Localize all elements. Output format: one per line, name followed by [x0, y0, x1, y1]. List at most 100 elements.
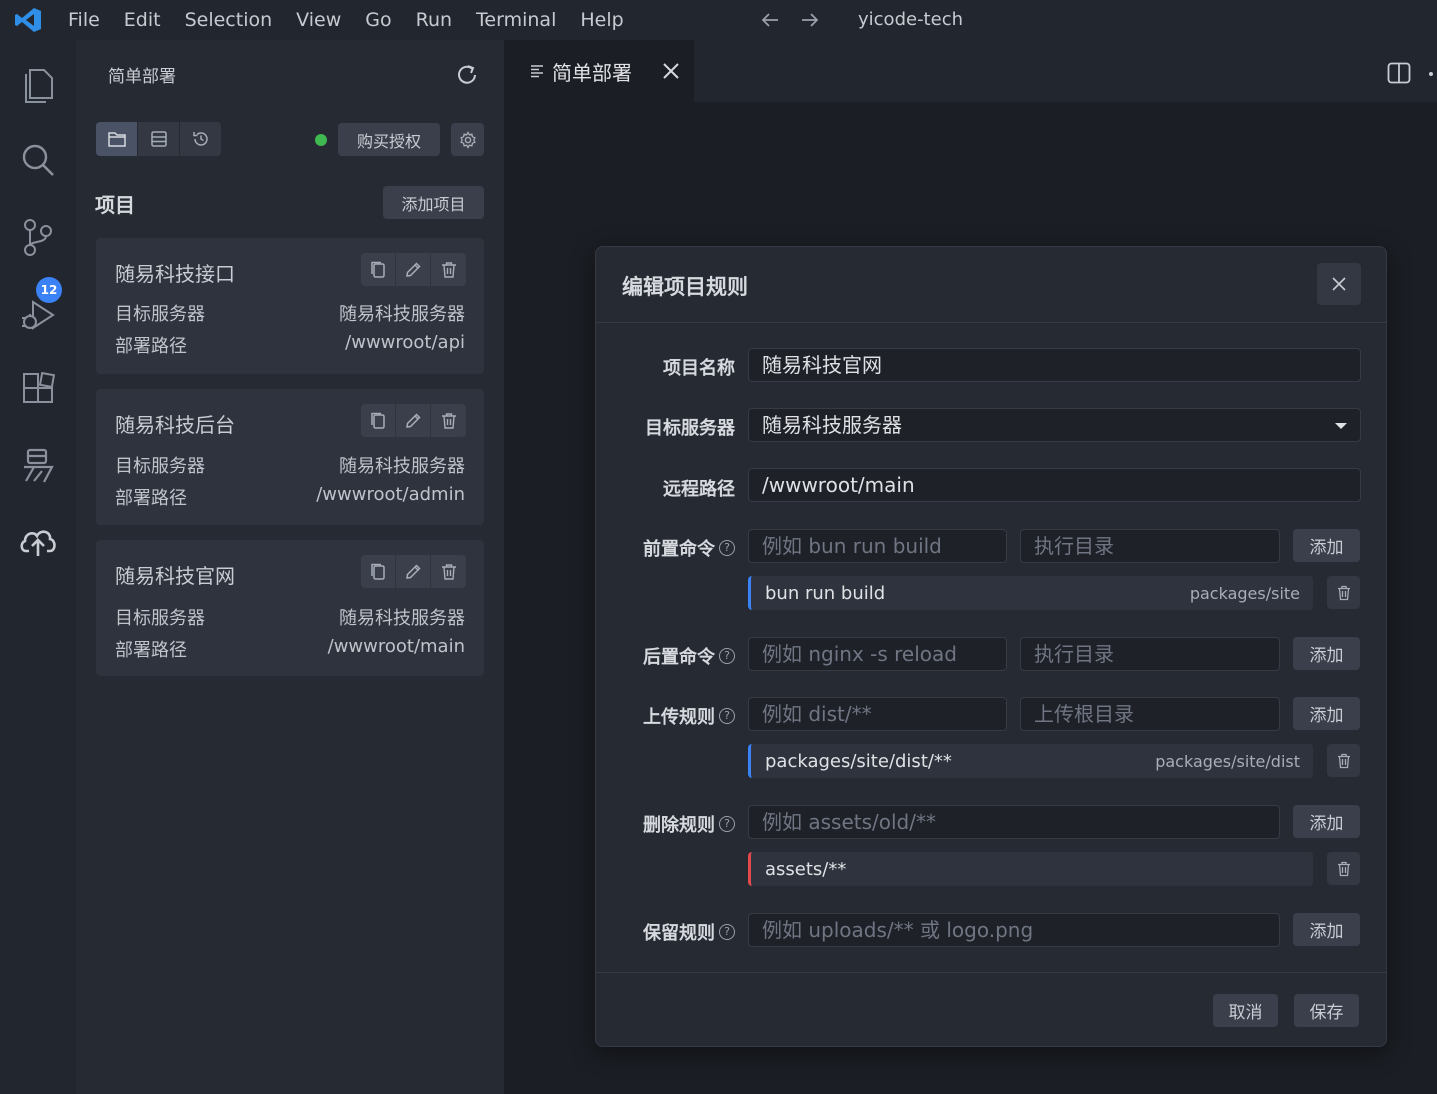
delete-pattern-input[interactable]: 例如 assets/old/** — [748, 805, 1280, 839]
post-command-dir-input[interactable]: 执行目录 — [1020, 637, 1280, 671]
project-card[interactable]: 随易科技后台 目标服务器 随易科技服务器 部署路径/wwwroot/admin — [96, 389, 484, 525]
tab-label: 简单部署 — [552, 60, 632, 85]
menu-help[interactable]: Help — [568, 0, 635, 40]
project-name-input[interactable]: 随易科技官网 — [748, 348, 1361, 382]
help-icon[interactable]: ? — [719, 648, 735, 664]
help-icon[interactable]: ? — [719, 708, 735, 724]
cancel-button[interactable]: 取消 — [1213, 994, 1278, 1027]
connection-status-dot — [315, 134, 327, 146]
pencil-icon — [406, 563, 421, 579]
add-delete-rule-button[interactable]: 添加 — [1293, 805, 1360, 838]
extensions-icon[interactable] — [16, 368, 60, 412]
add-keep-rule-button[interactable]: 添加 — [1293, 913, 1360, 946]
help-icon[interactable]: ? — [719, 924, 735, 940]
rule-root: packages/site/dist — [1155, 751, 1300, 771]
copy-button[interactable] — [361, 555, 396, 588]
delete-button[interactable] — [431, 404, 466, 437]
upload-pattern-input[interactable]: 例如 dist/** — [748, 697, 1007, 731]
path-value: /wwwroot/main — [327, 636, 465, 657]
keep-rules-label: 保留规则? — [643, 919, 735, 945]
back-arrow-icon[interactable] — [756, 6, 784, 34]
trash-icon — [441, 412, 456, 429]
copy-icon — [371, 412, 385, 429]
edit-button[interactable] — [396, 253, 431, 286]
edit-button[interactable] — [396, 404, 431, 437]
menu-run[interactable]: Run — [404, 0, 464, 40]
delete-delete-rule-button[interactable] — [1327, 852, 1360, 885]
remote-path-label-text: 远程路径 — [663, 479, 735, 500]
delete-rules-label: 删除规则? — [643, 811, 735, 837]
menu-go[interactable]: Go — [353, 0, 403, 40]
editor-tab[interactable]: 简单部署 — [504, 40, 694, 102]
edit-rules-dialog: 编辑项目规则 项目名称 随易科技官网 目标服务器 随易科技服务器 远程路径 /w… — [595, 246, 1387, 1047]
copy-button[interactable] — [361, 404, 396, 437]
remote-path-label: 远程路径 — [663, 475, 735, 501]
path-value: /wwwroot/admin — [316, 484, 465, 505]
forward-arrow-icon[interactable] — [796, 6, 824, 34]
copy-button[interactable] — [361, 253, 396, 286]
delete-rule-item: assets/** — [748, 852, 1313, 886]
keep-rules-label-text: 保留规则 — [643, 923, 715, 944]
add-post-command-button[interactable]: 添加 — [1293, 637, 1360, 670]
remote-path-input[interactable]: /wwwroot/main — [748, 468, 1361, 502]
menu-terminal[interactable]: Terminal — [464, 0, 568, 40]
post-command-input[interactable]: 例如 nginx -s reload — [748, 637, 1007, 671]
project-card[interactable]: 随易科技接口 目标服务器 随易科技服务器 部署路径/wwwroot/api — [96, 238, 484, 374]
pre-command-input[interactable]: 例如 bun run build — [748, 529, 1007, 563]
rule-pattern: assets/** — [765, 858, 847, 880]
cloud-upload-icon[interactable] — [16, 519, 60, 563]
server-value: 随易科技服务器 — [339, 304, 465, 325]
upload-root-input[interactable]: 上传根目录 — [1020, 697, 1280, 731]
delete-upload-rule-button[interactable] — [1327, 744, 1360, 777]
pre-command-item: bun run build packages/site — [748, 576, 1313, 610]
refresh-icon[interactable] — [454, 62, 480, 88]
add-project-button[interactable]: 添加项目 — [383, 186, 484, 219]
delete-rules-label-text: 删除规则 — [643, 815, 715, 836]
menu-selection[interactable]: Selection — [173, 0, 285, 40]
project-card[interactable]: 随易科技官网 目标服务器 随易科技服务器 部署路径/wwwroot/main — [96, 540, 484, 676]
yi-logo-icon[interactable] — [16, 444, 60, 488]
more-actions-icon[interactable] — [1429, 72, 1433, 76]
explorer-icon[interactable] — [16, 62, 60, 106]
menu-view[interactable]: View — [284, 0, 353, 40]
dialog-close-button[interactable] — [1317, 263, 1361, 305]
close-tab-icon[interactable] — [660, 60, 682, 82]
add-pre-command-button[interactable]: 添加 — [1293, 529, 1360, 562]
menu-file[interactable]: File — [56, 0, 112, 40]
copy-icon — [371, 563, 385, 580]
delete-button[interactable] — [431, 555, 466, 588]
tab-servers[interactable] — [138, 122, 180, 156]
settings-button[interactable] — [451, 123, 484, 156]
pre-command-dir-input[interactable]: 执行目录 — [1020, 529, 1280, 563]
path-label: 部署路径 — [115, 336, 187, 357]
vscode-logo-icon[interactable] — [14, 7, 42, 33]
tab-projects[interactable] — [96, 122, 138, 156]
run-debug-icon[interactable] — [16, 293, 60, 337]
menu-edit[interactable]: Edit — [112, 0, 173, 40]
add-upload-rule-button[interactable]: 添加 — [1293, 697, 1360, 730]
search-icon[interactable] — [16, 138, 60, 182]
project-name-label-text: 项目名称 — [663, 358, 735, 379]
buy-license-button[interactable]: 购买授权 — [338, 123, 440, 156]
delete-button[interactable] — [431, 253, 466, 286]
upload-rule-item: packages/site/dist/** packages/site/dist — [748, 744, 1313, 778]
pre-command-label-text: 前置命令 — [643, 539, 715, 560]
keep-pattern-input[interactable]: 例如 uploads/** 或 logo.png — [748, 913, 1280, 947]
help-icon[interactable]: ? — [719, 816, 735, 832]
tab-history[interactable] — [180, 122, 222, 156]
path-label: 部署路径 — [115, 640, 187, 661]
path-value: /wwwroot/api — [345, 332, 465, 353]
target-server-select[interactable]: 随易科技服务器 — [748, 408, 1361, 442]
view-switcher — [96, 122, 222, 156]
window-title[interactable]: yicode-tech — [858, 0, 963, 40]
edit-button[interactable] — [396, 555, 431, 588]
delete-pre-command-button[interactable] — [1327, 576, 1360, 609]
help-icon[interactable]: ? — [719, 540, 735, 556]
source-control-icon[interactable] — [16, 215, 60, 259]
split-editor-icon[interactable] — [1387, 62, 1411, 84]
pencil-icon — [406, 412, 421, 428]
rule-command: bun run build — [765, 582, 886, 604]
upload-rules-label-text: 上传规则 — [643, 707, 715, 728]
save-button[interactable]: 保存 — [1294, 994, 1359, 1027]
trash-icon — [1337, 753, 1350, 768]
